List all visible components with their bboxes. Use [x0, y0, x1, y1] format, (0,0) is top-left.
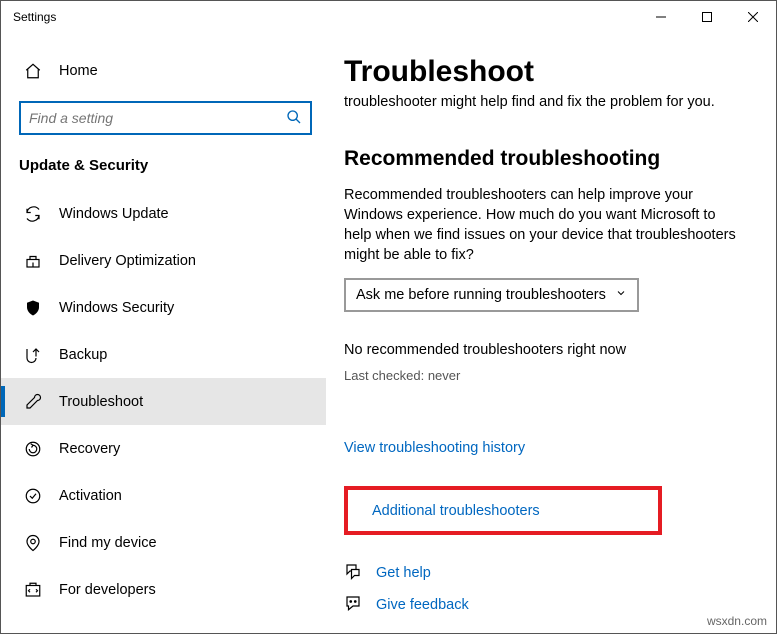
sync-icon — [23, 204, 43, 224]
delivery-icon — [23, 251, 43, 271]
close-button[interactable] — [730, 1, 776, 33]
additional-troubleshooters-highlight: Additional troubleshooters — [344, 486, 662, 535]
home-icon — [23, 61, 43, 81]
maximize-button[interactable] — [684, 1, 730, 33]
home-nav[interactable]: Home — [1, 51, 326, 91]
additional-troubleshooters-link[interactable]: Additional troubleshooters — [372, 503, 540, 519]
sidebar-item-label: Find my device — [59, 535, 157, 551]
sidebar-item-backup[interactable]: Backup — [1, 331, 326, 378]
sidebar-item-for-developers[interactable]: For developers — [1, 566, 326, 613]
page-title: Troubleshoot — [344, 55, 754, 89]
category-heading: Update & Security — [1, 135, 326, 182]
sidebar-item-label: Delivery Optimization — [59, 253, 196, 269]
location-icon — [23, 533, 43, 553]
last-checked-text: Last checked: never — [344, 368, 754, 383]
sidebar-item-find-my-device[interactable]: Find my device — [1, 519, 326, 566]
sidebar-item-label: Troubleshoot — [59, 394, 143, 410]
sidebar-item-label: Recovery — [59, 441, 120, 457]
nav-list: Windows Update Delivery Optimization Win… — [1, 190, 326, 613]
sidebar-item-recovery[interactable]: Recovery — [1, 425, 326, 472]
search-input[interactable] — [19, 101, 312, 135]
wrench-icon — [23, 392, 43, 412]
titlebar: Settings — [1, 1, 776, 33]
sidebar-item-label: For developers — [59, 582, 156, 598]
minimize-button[interactable] — [638, 1, 684, 33]
sidebar-item-label: Windows Security — [59, 300, 174, 316]
get-help-link[interactable]: Get help — [376, 565, 431, 581]
give-feedback-link[interactable]: Give feedback — [376, 597, 469, 613]
search-icon — [286, 109, 302, 128]
recovery-icon — [23, 439, 43, 459]
sidebar-item-label: Windows Update — [59, 206, 169, 222]
get-help-icon — [344, 562, 362, 583]
view-history-link[interactable]: View troubleshooting history — [344, 440, 525, 456]
sidebar-item-label: Activation — [59, 488, 122, 504]
search-field[interactable] — [29, 110, 286, 126]
dropdown-value: Ask me before running troubleshooters — [356, 287, 615, 303]
recommended-heading: Recommended troubleshooting — [344, 147, 754, 171]
home-label: Home — [59, 63, 98, 79]
sidebar-item-label: Backup — [59, 347, 107, 363]
sidebar-item-troubleshoot[interactable]: Troubleshoot — [1, 378, 326, 425]
no-recommended-text: No recommended troubleshooters right now — [344, 342, 754, 358]
sidebar-item-activation[interactable]: Activation — [1, 472, 326, 519]
backup-icon — [23, 345, 43, 365]
developers-icon — [23, 580, 43, 600]
activation-icon — [23, 486, 43, 506]
diagnostic-dropdown[interactable]: Ask me before running troubleshooters — [344, 278, 639, 312]
window-title: Settings — [13, 10, 56, 24]
intro-text: troubleshooter might help find and fix t… — [344, 93, 754, 113]
sidebar-item-windows-update[interactable]: Windows Update — [1, 190, 326, 237]
feedback-icon — [344, 594, 362, 615]
watermark: wsxdn.com — [707, 614, 767, 628]
sidebar: Home Update & Security Windows Update De… — [1, 33, 326, 635]
main-content: Troubleshoot troubleshooter might help f… — [326, 33, 776, 635]
footer-links: Get help Give feedback — [344, 557, 754, 621]
chevron-down-icon — [615, 287, 627, 303]
recommended-text: Recommended troubleshooters can help imp… — [344, 185, 744, 266]
sidebar-item-windows-security[interactable]: Windows Security — [1, 284, 326, 331]
shield-icon — [23, 298, 43, 318]
sidebar-item-delivery-optimization[interactable]: Delivery Optimization — [1, 237, 326, 284]
